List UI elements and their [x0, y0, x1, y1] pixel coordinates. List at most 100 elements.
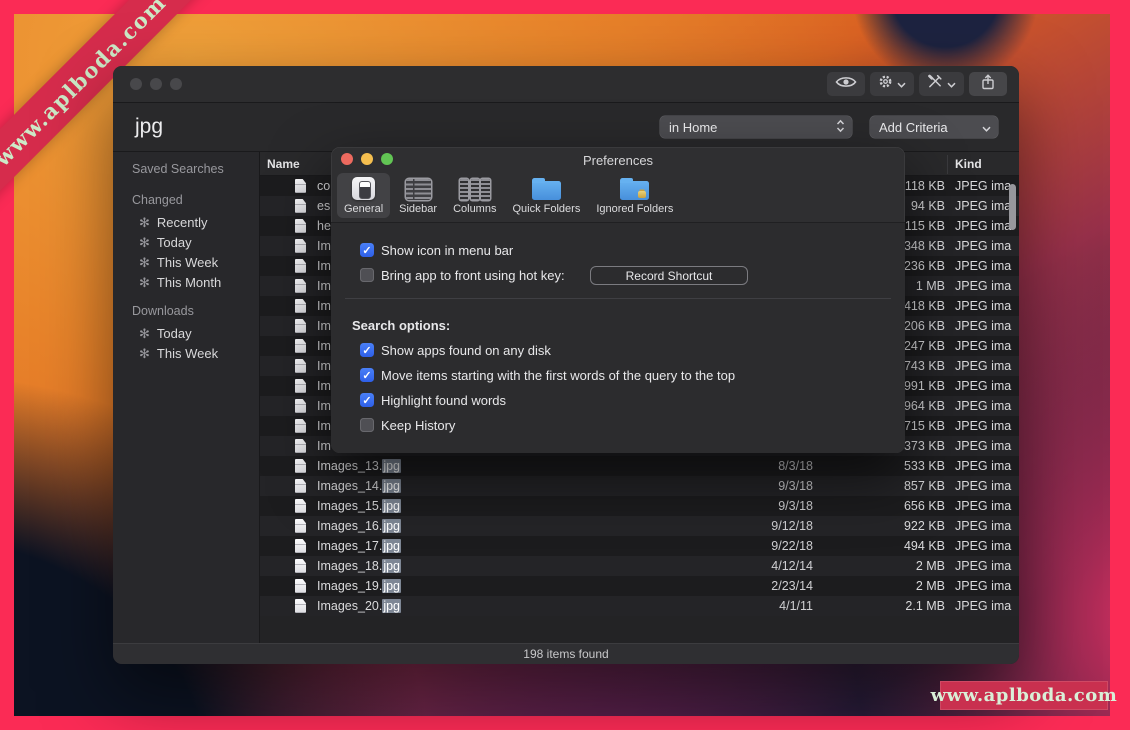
sidebar-item-today[interactable]: ✻Today [132, 323, 259, 343]
minimize-button[interactable] [150, 78, 162, 90]
sidebar-item-this-week[interactable]: ✻This Week [132, 252, 259, 272]
table-row[interactable]: Images_14.jpg9/3/18857 KBJPEG ima [260, 476, 1019, 496]
file-size: 533 KB [904, 459, 945, 473]
status-text: 198 items found [523, 647, 608, 661]
checkbox-label: Highlight found words [381, 393, 506, 408]
file-size: 922 KB [904, 519, 945, 533]
tab-ignored-folders[interactable]: Ignored Folders [589, 172, 680, 218]
tab-columns[interactable]: Columns [446, 173, 503, 218]
smart-folder-icon: ✻ [139, 327, 150, 340]
file-name: Im [317, 379, 331, 393]
tab-sidebar[interactable]: Sidebar [392, 173, 444, 218]
file-icon [295, 399, 306, 413]
smart-folder-icon: ✻ [139, 236, 150, 249]
sidebar-item-today[interactable]: ✻Today [132, 232, 259, 252]
close-button[interactable] [130, 78, 142, 90]
sidebar-item-this-month[interactable]: ✻This Month [132, 272, 259, 292]
checkbox[interactable] [360, 368, 374, 382]
vertical-scrollbar[interactable] [1009, 184, 1016, 230]
checkbox[interactable] [360, 268, 374, 282]
checkbox[interactable] [360, 343, 374, 357]
highlighted-match: jpg [382, 499, 401, 513]
preview-button[interactable] [827, 72, 865, 96]
file-icon [295, 359, 306, 373]
checkbox[interactable] [360, 418, 374, 432]
table-row[interactable]: Images_13.jpg8/3/18533 KBJPEG ima [260, 456, 1019, 476]
file-size: 2.1 MB [905, 599, 945, 613]
watermark-badge: www.aplboda.com [940, 681, 1108, 710]
file-name: Images_19.jpg [317, 579, 401, 593]
search-option-row: Show apps found on any disk [360, 341, 551, 359]
add-criteria-select[interactable]: Add Criteria [870, 116, 998, 138]
file-icon [295, 459, 306, 473]
scope-select[interactable]: in Home [660, 116, 852, 138]
file-kind: JPEG ima [955, 279, 1011, 293]
table-row[interactable]: Images_19.jpg2/23/142 MBJPEG ima [260, 576, 1019, 596]
chevron-down-icon [897, 75, 906, 93]
checkbox[interactable] [360, 393, 374, 407]
file-name: Images_17.jpg [317, 539, 401, 553]
file-name: Im [317, 279, 331, 293]
divider [345, 298, 891, 299]
file-size: 964 KB [904, 399, 945, 413]
checkbox-label: Move items starting with the first words… [381, 368, 735, 383]
tab-quick-folders[interactable]: Quick Folders [505, 172, 587, 218]
search-options-heading: Search options: [352, 318, 450, 333]
eye-icon [835, 75, 857, 94]
sidebar: Saved Searches Changed✻Recently✻Today✻Th… [113, 152, 260, 643]
traffic-lights [341, 153, 393, 165]
chevron-updown-icon [836, 119, 845, 136]
minimize-button[interactable] [361, 153, 373, 165]
file-kind: JPEG ima [955, 179, 1011, 193]
file-kind: JPEG ima [955, 339, 1011, 353]
zoom-button[interactable] [381, 153, 393, 165]
checkbox[interactable] [360, 243, 374, 257]
highlighted-match: jpg [382, 479, 401, 493]
sidebar-item-this-week[interactable]: ✻This Week [132, 343, 259, 363]
file-icon [295, 259, 306, 273]
file-name: Im [317, 399, 331, 413]
file-size: 115 KB [905, 219, 945, 233]
file-size: 656 KB [904, 499, 945, 513]
file-icon [295, 519, 306, 533]
actions-menu-button[interactable] [919, 72, 964, 96]
file-date: 4/12/14 [771, 559, 813, 573]
column-header-name[interactable]: Name [267, 157, 300, 171]
file-name: Im [317, 419, 331, 433]
tab-label: Sidebar [399, 203, 437, 215]
search-query-input[interactable]: jpg [135, 115, 163, 139]
record-shortcut-button[interactable]: Record Shortcut [590, 266, 748, 285]
file-date: 9/3/18 [778, 499, 813, 513]
tab-general[interactable]: General [337, 173, 390, 218]
file-name: Im [317, 259, 331, 273]
search-bar: jpg in Home Add Criteria [113, 103, 1019, 152]
table-row[interactable]: Images_15.jpg9/3/18656 KBJPEG ima [260, 496, 1019, 516]
preferences-titlebar: Preferences [331, 147, 905, 169]
smart-folder-icon: ✻ [139, 347, 150, 360]
close-button[interactable] [341, 153, 353, 165]
file-name: Images_14.jpg [317, 479, 401, 493]
file-name: Images_13.jpg [317, 459, 401, 473]
file-kind: JPEG ima [955, 579, 1011, 593]
file-size: 418 KB [904, 299, 945, 313]
chevron-down-icon [982, 120, 991, 135]
table-row[interactable]: Images_18.jpg4/12/142 MBJPEG ima [260, 556, 1019, 576]
share-button[interactable] [969, 72, 1007, 96]
file-icon [295, 499, 306, 513]
table-row[interactable]: Images_16.jpg9/12/18922 KBJPEG ima [260, 516, 1019, 536]
settings-menu-button[interactable] [870, 72, 914, 96]
search-option-row: Move items starting with the first words… [360, 366, 735, 384]
highlighted-match: jpg [382, 579, 401, 593]
watermark-badge-text: www.aplboda.com [931, 685, 1118, 706]
smart-folder-icon: ✻ [139, 256, 150, 269]
file-size: 1 MB [916, 279, 945, 293]
sidebar-item-recently[interactable]: ✻Recently [132, 212, 259, 232]
table-row[interactable]: Images_20.jpg4/1/112.1 MBJPEG ima [260, 596, 1019, 616]
file-date: 4/1/11 [779, 599, 813, 613]
column-header-kind[interactable]: Kind [955, 157, 982, 171]
general-icon [352, 177, 375, 200]
file-kind: JPEG ima [955, 299, 1011, 313]
file-date: 9/22/18 [771, 539, 813, 553]
table-row[interactable]: Images_17.jpg9/22/18494 KBJPEG ima [260, 536, 1019, 556]
zoom-button[interactable] [170, 78, 182, 90]
